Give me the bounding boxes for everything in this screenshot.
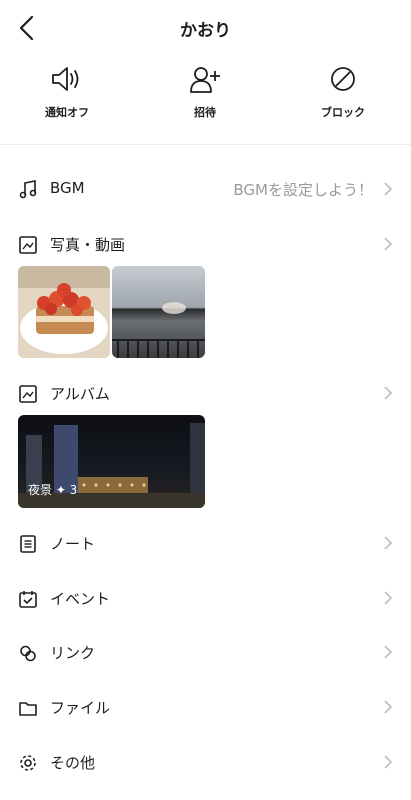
album-caption: 夜景 ✦ 3: [28, 483, 78, 497]
album-icon: [19, 385, 37, 403]
divider: [0, 144, 411, 145]
event-row[interactable]: イベント: [0, 578, 411, 618]
album-label: アルバム: [50, 385, 110, 403]
note-label: ノート: [50, 535, 96, 553]
speaker-icon: [52, 67, 79, 91]
invite-button[interactable]: 招待: [150, 60, 260, 120]
chevron-right-icon: [384, 591, 393, 605]
chevron-right-icon: [384, 755, 393, 769]
waterfront-image: [112, 302, 205, 358]
music-note-icon: [19, 180, 37, 199]
page-title: かおり: [180, 21, 231, 41]
folder-icon: [19, 702, 37, 716]
calendar-check-icon: [19, 591, 37, 608]
other-row[interactable]: その他: [0, 742, 411, 782]
gear-icon: [20, 755, 36, 771]
note-row[interactable]: ノート: [0, 523, 411, 563]
other-label: その他: [50, 754, 96, 772]
file-label: ファイル: [50, 699, 111, 717]
invite-label: 招待: [194, 106, 216, 119]
photo-thumbnail-cake[interactable]: [18, 266, 110, 358]
block-button[interactable]: ブロック: [288, 60, 398, 120]
chevron-right-icon: [384, 645, 393, 659]
chevron-right-icon: [384, 536, 393, 550]
header-bar: かおり: [0, 0, 411, 56]
chevron-right-icon: [384, 386, 393, 400]
event-label: イベント: [50, 590, 111, 608]
photo-icon: [19, 236, 37, 254]
action-bar: 通知オフ 招待 ブロック: [0, 60, 411, 144]
note-icon: [20, 535, 36, 553]
photos-row[interactable]: 写真・動画: [0, 224, 411, 264]
photo-thumbnail-waterfront[interactable]: [112, 266, 205, 358]
bgm-label: BGM: [50, 179, 85, 197]
link-icon: [20, 645, 36, 662]
file-row[interactable]: ファイル: [0, 687, 411, 727]
chevron-right-icon: [384, 700, 393, 714]
block-icon: [331, 67, 355, 91]
album-card[interactable]: 夜景 ✦ 3: [18, 415, 205, 508]
chevron-right-icon: [384, 237, 393, 251]
link-row[interactable]: リンク: [0, 632, 411, 672]
album-row[interactable]: アルバム: [0, 373, 411, 413]
mute-notifications-button[interactable]: 通知オフ: [12, 60, 122, 120]
bgm-value: BGMを設定しよう！: [233, 181, 373, 199]
bgm-row[interactable]: BGM BGMを設定しよう！: [0, 169, 411, 209]
cake-image: [18, 266, 110, 358]
block-label: ブロック: [321, 106, 365, 119]
chevron-right-icon: [384, 182, 393, 196]
link-label: リンク: [50, 644, 96, 662]
add-person-icon: [190, 67, 220, 93]
photos-label: 写真・動画: [50, 236, 126, 254]
mute-label: 通知オフ: [45, 106, 89, 119]
